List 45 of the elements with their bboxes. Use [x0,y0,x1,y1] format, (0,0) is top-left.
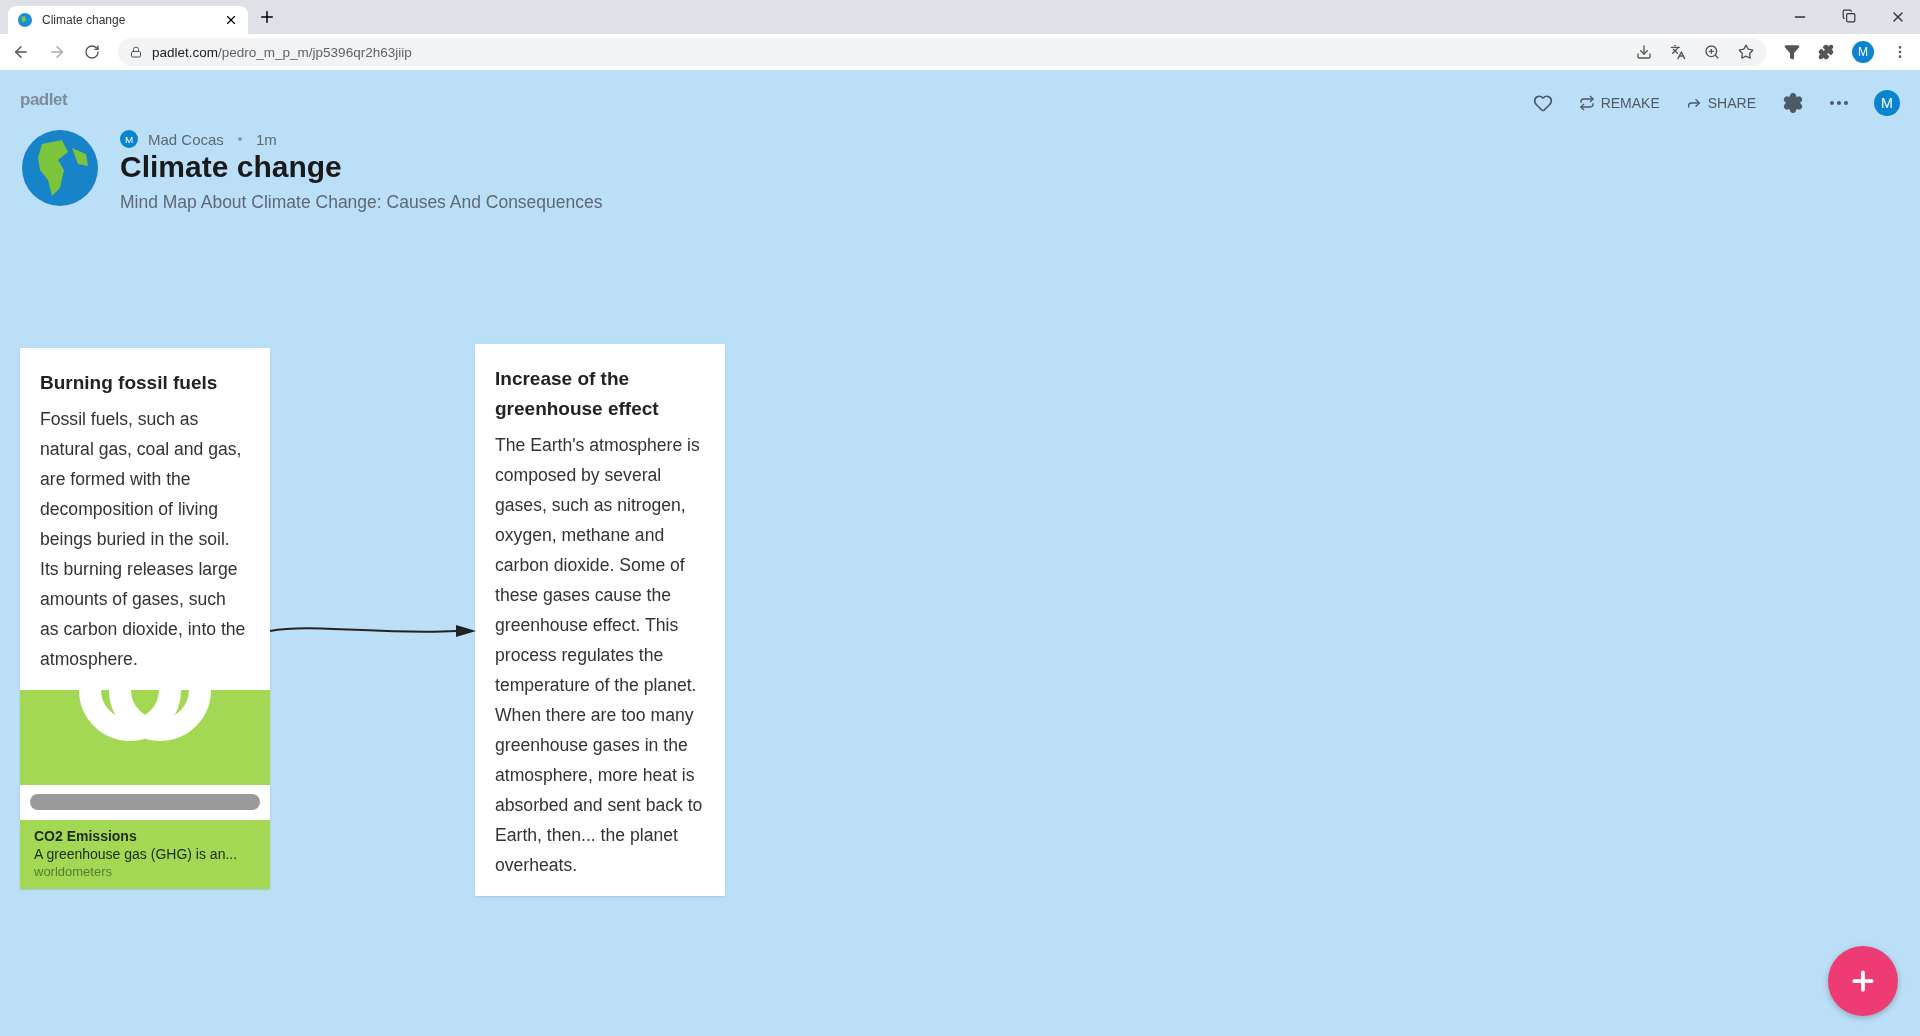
author-name: Mad Cocas [148,130,224,148]
board-subtitle: Mind Map About Climate Change: Causes And Consequences [120,192,603,213]
url-text: padlet.com/pedro_m_p_m/jp5396qr2h63jiip [152,44,412,60]
close-icon[interactable] [224,13,238,27]
user-avatar[interactable]: M [1874,90,1900,116]
settings-button[interactable] [1782,92,1804,114]
new-tab-icon[interactable] [258,8,276,26]
heart-icon [1532,93,1553,113]
download-icon[interactable] [1636,44,1652,60]
post-body: Fossil fuels, such as natural gas, coal and gas, are formed with the decomposition of living beings buried in the soil. Its burning releases large amounts of gases, such as carbon dioxide, into the atmosphere. [40,408,247,671]
more-button[interactable] [1830,101,1848,105]
address-bar[interactable]: padlet.com/pedro_m_p_m/jp5396qr2h63jiip [118,38,1766,66]
translate-icon[interactable] [1670,44,1686,60]
tab-title: Climate change [42,13,127,27]
zoom-icon[interactable] [1704,44,1720,60]
preview-title: CO2 Emissions [34,828,138,844]
add-post-button[interactable] [1828,946,1898,1016]
extension-icon[interactable] [1784,44,1800,60]
like-button[interactable] [1532,93,1553,113]
browser-tab[interactable]: Climate change [8,6,248,34]
post-body: The Earth's atmosphere is composed by several gases, such as nitrogen, oxygen, methane and carbon dioxide. Some of these gases cause the greenhouse effect. This process regulates the temperature of the planet. When there are too many greenhouse gases in the atmosphere, more heat is absorbed and sent back to Earth, then... the planet overheats. [495,434,703,877]
post-title: Burning fossil fuels [40,371,219,395]
board-title: Climate change [120,150,343,184]
preview-source: worldometers [34,864,114,879]
share-button[interactable]: SHARE [1685,95,1756,111]
post-card[interactable] [475,344,725,896]
more-icon [1830,101,1848,105]
remake-button[interactable]: REMAKE [1578,95,1660,111]
post-time: 1m [255,130,277,148]
repeat-icon [1578,95,1595,111]
globe-icon [18,13,32,27]
settings-icon [1782,92,1804,114]
back-icon[interactable] [12,43,30,61]
preview-description: A greenhouse gas (GHG) is an... [34,846,239,862]
lock-icon [130,46,142,58]
globe-icon [22,130,98,206]
star-icon[interactable] [1738,44,1754,60]
author-avatar: M [120,130,138,148]
link-preview[interactable]: CO2 Emissions A greenhouse gas (GHG) is an... worldometers [20,690,270,889]
restore-icon[interactable] [1842,9,1856,23]
post-card[interactable] [20,348,270,889]
profile-avatar[interactable]: M [1852,41,1874,63]
reload-icon[interactable] [84,44,100,60]
extensions-icon[interactable] [1818,44,1834,60]
post-title: Increase of the greenhouse effect [495,367,660,421]
